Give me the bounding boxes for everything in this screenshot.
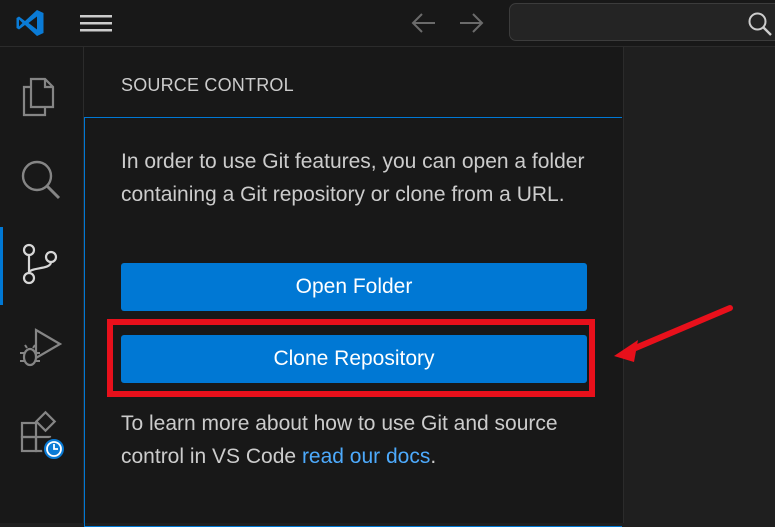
- activity-run-debug[interactable]: [0, 305, 84, 389]
- search-icon: [21, 160, 61, 200]
- read-docs-link[interactable]: read our docs: [302, 445, 430, 468]
- hamburger-menu-icon[interactable]: [79, 12, 113, 34]
- learn-more-text: To learn more about how to use Git and s…: [121, 408, 591, 473]
- activity-explorer[interactable]: [0, 53, 84, 137]
- activity-bar: [0, 47, 84, 523]
- files-icon: [22, 77, 55, 117]
- sidebar-title: SOURCE CONTROL: [121, 75, 294, 95]
- source-control-sidebar: SOURCE CONTROL In order to use Git featu…: [84, 47, 624, 527]
- activity-extensions[interactable]: [0, 389, 84, 473]
- learn-more-suffix: .: [430, 444, 437, 468]
- arrow-left-icon[interactable]: [410, 10, 438, 36]
- welcome-message: In order to use Git features, you can op…: [121, 150, 585, 206]
- source-control-panel: In order to use Git features, you can op…: [84, 117, 622, 527]
- activity-source-control[interactable]: [0, 221, 84, 305]
- search-icon: [748, 12, 772, 36]
- command-search-input[interactable]: [509, 3, 775, 41]
- title-bar: [0, 0, 775, 47]
- activity-search[interactable]: [0, 137, 84, 221]
- vscode-logo-icon: [16, 10, 44, 36]
- editor-area: [624, 47, 775, 523]
- clone-repository-button[interactable]: Clone Repository: [121, 335, 587, 383]
- arrow-right-icon[interactable]: [457, 10, 485, 36]
- extensions-icon: [20, 410, 66, 461]
- open-folder-button[interactable]: Open Folder: [121, 263, 587, 311]
- run-debug-icon: [20, 328, 62, 367]
- source-control-icon: [22, 243, 58, 285]
